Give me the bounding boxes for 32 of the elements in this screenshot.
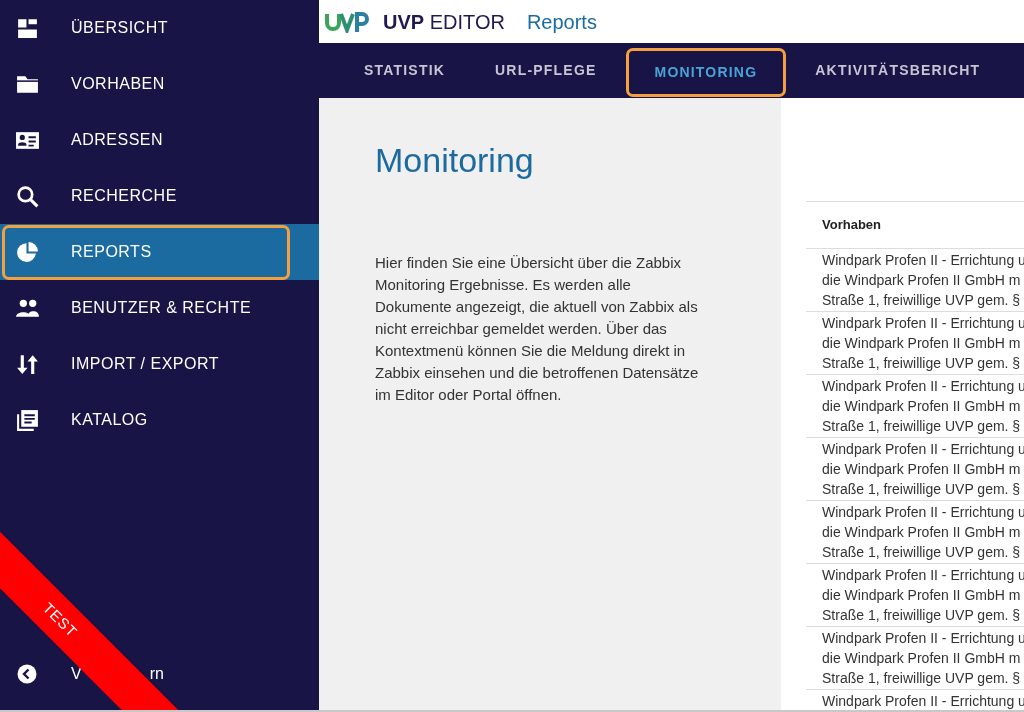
table-cell[interactable]: Windpark Profen II - Errichtung u die Windpark Profen II GmbH m Straße 1, freiwillige UVP gem. §	[822, 313, 1024, 373]
table-cell[interactable]: Windpark Profen II - Errichtung u die Windpark Profen II GmbH m Straße 1, freiwillige UVP gem. §	[822, 502, 1024, 562]
page-title: Reports	[526, 9, 597, 35]
catalog-icon	[15, 407, 40, 433]
search-icon	[15, 183, 40, 209]
table-cell[interactable]: Windpark Profen II - Errichtung u	[822, 691, 1024, 710]
pie-icon	[15, 239, 40, 265]
tab[interactable]: MONITORING	[625, 48, 787, 97]
column-header: Vorhaben	[822, 216, 881, 235]
table-cell[interactable]: Windpark Profen II - Errichtung u die Windpark Profen II GmbH m Straße 1, freiwillige UVP gem. §	[822, 628, 1024, 688]
table-cell[interactable]: Windpark Profen II - Errichtung u die Windpark Profen II GmbH m Straße 1, freiwillige UVP gem. §	[822, 439, 1024, 499]
collapse-link[interactable]: rn	[149, 662, 164, 686]
sidebar-item[interactable]: IMPORT / EXPORT	[0, 336, 319, 392]
sidebar-item[interactable]: REPORTS	[0, 224, 319, 280]
page-heading: Monitoring	[375, 140, 535, 180]
table-cell[interactable]: Windpark Profen II - Errichtung u die Windpark Profen II GmbH m Straße 1, freiwillige UVP gem. §	[822, 565, 1024, 625]
tab[interactable]: AKTIVITÄTSBERICHT	[794, 43, 1002, 98]
table-cell[interactable]: Windpark Profen II - Errichtung u die Windpark Profen II GmbH m Straße 1, freiwillige UVP gem. §	[822, 376, 1024, 436]
logo-icon	[325, 10, 369, 33]
sidebar-item[interactable]: VORHABEN	[0, 56, 319, 112]
table-cell[interactable]: Windpark Profen II - Errichtung u die Windpark Profen II GmbH m Straße 1, freiwillige UVP gem. §	[822, 250, 1024, 310]
collapse-icon[interactable]	[17, 664, 37, 684]
description-text: Hier finden Sie eine Übersicht über die Zabbix Monitoring Ergebnisse. Es werden alle Dokumente angezeigt, die aktuell von Zabbix als nicht erreichbar gemeldet werden. Über das Kontextmenü können Sie die Meldung direkt in Zabbix einsehen und die betroffenen Datensätze im Editor oder Portal öffnen.	[375, 253, 700, 405]
tab[interactable]: STATISTIK	[343, 43, 467, 98]
collapse-link[interactable]: V	[71, 662, 82, 686]
sidebar-item[interactable]: RECHERCHE	[0, 168, 319, 224]
app-title: UVP EDITOR	[383, 9, 505, 35]
sidebar-item[interactable]: ADRESSEN	[0, 112, 319, 168]
tab[interactable]: URL-PFLEGE	[474, 43, 618, 98]
sidebar-item[interactable]: KATALOG	[0, 392, 319, 448]
sidebar-item[interactable]: ÜBERSICHT	[0, 0, 319, 56]
sidebar-item[interactable]: BENUTZER & RECHTE	[0, 280, 319, 336]
